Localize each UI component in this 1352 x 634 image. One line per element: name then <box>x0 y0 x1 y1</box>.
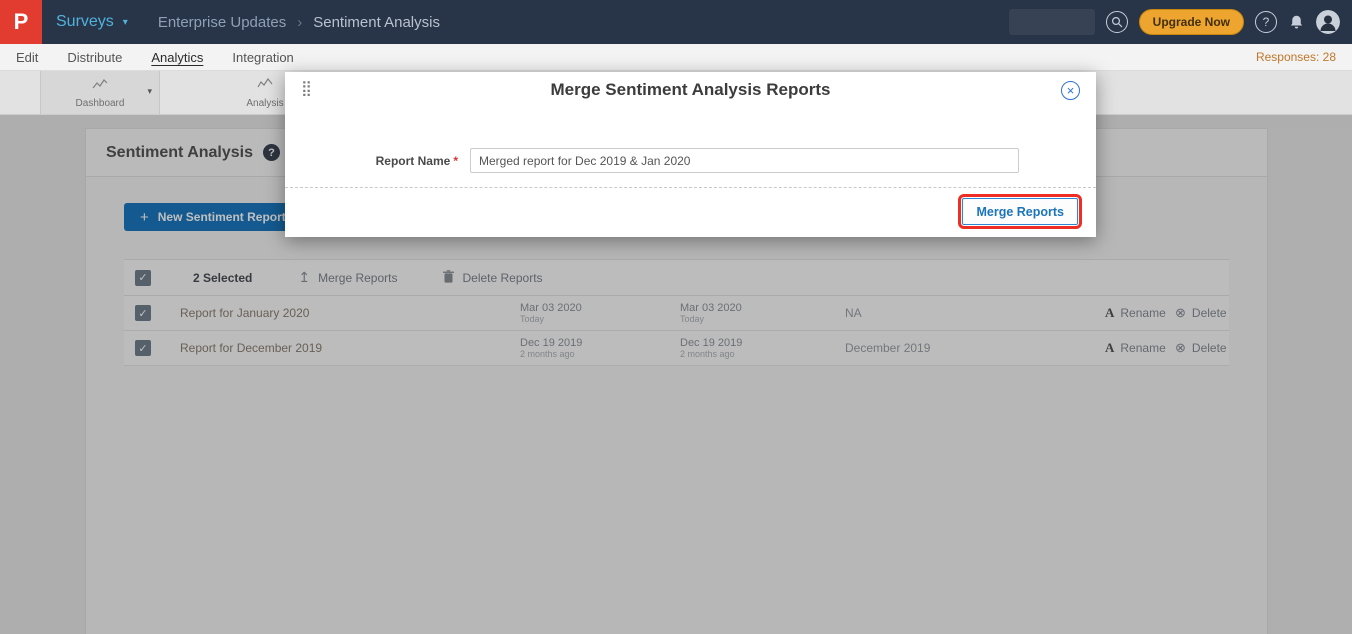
breadcrumb: Enterprise Updates › Sentiment Analysis <box>158 14 440 31</box>
product-switcher[interactable]: Surveys ▾ <box>56 13 128 31</box>
caret-down-icon[interactable]: ▾ <box>147 86 152 97</box>
topbar-actions: Upgrade Now ? <box>1009 9 1352 35</box>
report-name-label-text: Report Name <box>376 154 451 168</box>
upgrade-now-button[interactable]: Upgrade Now <box>1139 9 1244 35</box>
toolbar-item-dashboard[interactable]: Dashboard ▾ <box>40 71 160 114</box>
drag-handle-icon[interactable]: ⣿ <box>301 79 312 97</box>
search-icon[interactable] <box>1106 11 1128 33</box>
toolbar-item-label: Dashboard <box>76 98 125 109</box>
topbar: P Surveys ▾ Enterprise Updates › Sentime… <box>0 0 1352 44</box>
merge-reports-modal: ⣿ Merge Sentiment Analysis Reports × Rep… <box>285 72 1096 237</box>
merge-reports-button[interactable]: Merge Reports <box>962 198 1078 225</box>
line-chart-icon <box>92 77 108 95</box>
modal-footer: Merge Reports <box>285 188 1096 237</box>
line-chart-icon <box>257 77 273 95</box>
close-icon[interactable]: × <box>1061 81 1080 100</box>
page: P Surveys ▾ Enterprise Updates › Sentime… <box>0 0 1352 634</box>
user-avatar[interactable] <box>1316 10 1340 34</box>
modal-body: Report Name* <box>285 148 1096 173</box>
modal-header: ⣿ Merge Sentiment Analysis Reports × <box>285 72 1096 108</box>
help-icon[interactable]: ? <box>1255 11 1277 33</box>
report-name-input[interactable] <box>470 148 1019 173</box>
survey-nav: Edit Distribute Analytics Integration Re… <box>0 44 1352 71</box>
modal-title: Merge Sentiment Analysis Reports <box>551 80 831 100</box>
nav-item-edit[interactable]: Edit <box>16 50 38 65</box>
caret-down-icon: ▾ <box>123 17 128 28</box>
topbar-search-input[interactable] <box>1009 9 1095 35</box>
responses-count: Responses: 28 <box>1256 50 1336 64</box>
notifications-bell-icon[interactable] <box>1288 14 1305 31</box>
breadcrumb-current-page: Sentiment Analysis <box>313 14 440 31</box>
app-logo[interactable]: P <box>0 0 42 44</box>
product-label: Surveys <box>56 13 114 31</box>
chevron-right-icon: › <box>297 14 302 31</box>
nav-item-integration[interactable]: Integration <box>232 50 293 65</box>
breadcrumb-survey-name[interactable]: Enterprise Updates <box>158 14 286 31</box>
nav-item-distribute[interactable]: Distribute <box>67 50 122 65</box>
report-name-label: Report Name* <box>285 154 470 168</box>
nav-item-analytics[interactable]: Analytics <box>151 50 203 65</box>
required-marker: * <box>453 154 458 168</box>
toolbar-item-label: Analysis <box>246 98 283 109</box>
